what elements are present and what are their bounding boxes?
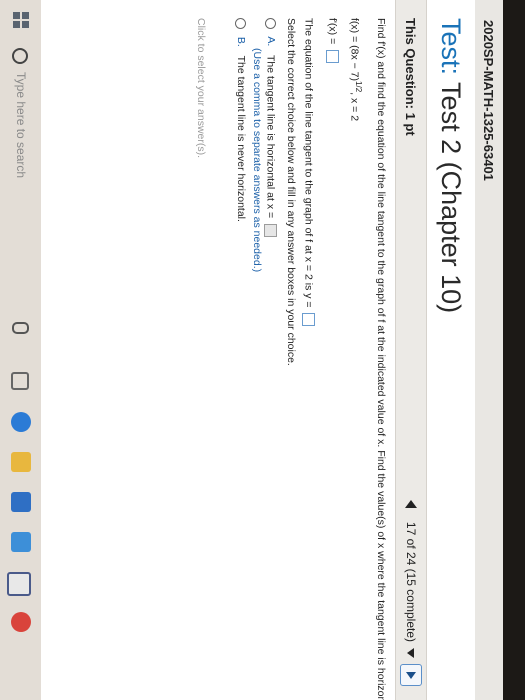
next-question-button[interactable]: [400, 664, 422, 686]
course-bar: 2020SP-MATH-1325-63401: [474, 0, 503, 700]
microphone-icon[interactable]: [12, 322, 29, 334]
function-definition: f(x) = (8x − 7)1/2, x = 2: [349, 18, 364, 121]
monitor-bezel: [503, 0, 525, 700]
app-icon[interactable]: [7, 572, 31, 596]
browser-screen: 2020SP-MATH-1325-63401 Test: Test 2 (Cha…: [0, 0, 525, 700]
option-b-letter: B.: [235, 36, 247, 47]
question-navigation: 17 of 24 (15 complete): [400, 499, 422, 686]
question-progress: 17 of 24 (15 complete): [404, 521, 418, 642]
option-b-text: The tangent line is never horizontal.: [235, 55, 247, 222]
test-label: Test:: [436, 18, 466, 76]
task-view-icon[interactable]: [11, 372, 29, 390]
chevron-down-icon[interactable]: [407, 648, 415, 658]
tangent-line-row: The equation of the line tangent to the …: [302, 18, 315, 327]
windows-taskbar: Type here to search: [0, 0, 41, 700]
edge-icon[interactable]: [11, 412, 31, 432]
chrome-icon[interactable]: [11, 612, 31, 632]
test-header: Test: Test 2 (Chapter 10): [427, 0, 475, 700]
option-a-radio[interactable]: [265, 18, 276, 29]
question-bar: This Question: 1 pt 17 of 24 (15 complet…: [395, 0, 427, 700]
taskbar-search-input[interactable]: Type here to search: [14, 72, 28, 178]
question-points: This Question: 1 pt: [403, 18, 418, 136]
windows-icon[interactable]: [13, 12, 29, 28]
search-icon[interactable]: [12, 48, 28, 64]
mail-icon[interactable]: [11, 532, 31, 552]
option-b-radio[interactable]: [235, 18, 247, 29]
function-exponent: 1/2: [354, 81, 363, 93]
option-a-letter: A.: [264, 36, 277, 47]
function-text: f(x) = (8x − 7): [348, 18, 361, 82]
option-a-text: The tangent line is horizontal at x =: [264, 55, 277, 219]
option-a-answer-box[interactable]: [264, 224, 277, 238]
photo-stage: 2020SP-MATH-1325-63401 Test: Test 2 (Cha…: [0, 0, 525, 700]
option-b[interactable]: B. The tangent line is never horizontal.: [235, 18, 247, 222]
x-value: , x = 2: [348, 92, 361, 122]
click-to-select-note[interactable]: Click to select your answer(s).: [195, 18, 207, 158]
test-name: Test 2 (Chapter 10): [436, 82, 466, 314]
question-prompt: Find f'(x) and find the equation of the …: [375, 18, 387, 700]
tangent-answer-box[interactable]: [302, 313, 315, 327]
select-instruction: Select the correct choice below and fill…: [285, 18, 297, 366]
course-title: 2020SP-MATH-1325-63401: [481, 20, 496, 181]
derivative-answer-box[interactable]: [326, 50, 339, 64]
derivative-row: f'(x) =: [326, 18, 339, 64]
store-icon[interactable]: [11, 492, 31, 512]
derivative-label: f'(x) =: [326, 18, 339, 45]
tangent-line-text: The equation of the line tangent to the …: [302, 18, 315, 308]
option-a[interactable]: A. The tangent line is horizontal at x =: [264, 18, 277, 238]
file-explorer-icon[interactable]: [11, 452, 31, 472]
option-a-hint: (Use a comma to separate answers as need…: [251, 48, 263, 273]
test-title: Test: Test 2 (Chapter 10): [435, 18, 466, 313]
previous-question-icon[interactable]: [405, 499, 417, 508]
